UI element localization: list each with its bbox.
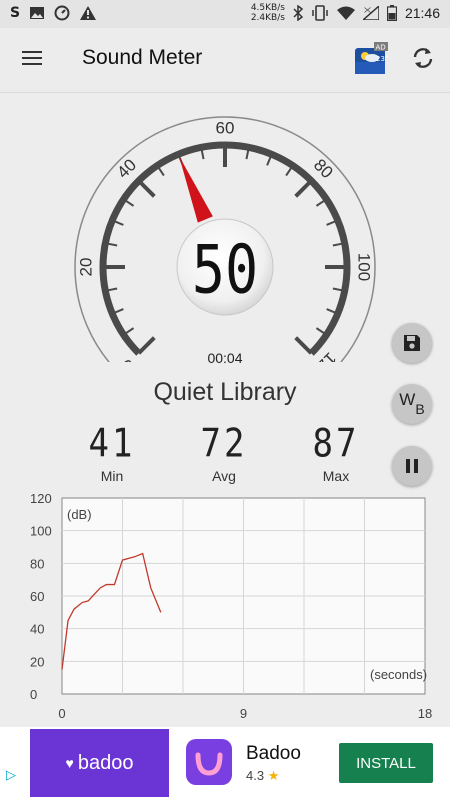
weather-ad-icon[interactable]: 23° AD <box>354 42 388 76</box>
install-button[interactable]: INSTALL <box>339 743 433 783</box>
chart-y-unit: (dB) <box>67 507 92 522</box>
wb-label: W <box>399 390 416 409</box>
noise-description: Quiet Library <box>153 378 297 406</box>
db-history-chart: 0 20 40 60 80 100 120 0 9 18 (dB) (seconds) <box>30 491 432 721</box>
chart-x-unit: (seconds) <box>370 667 427 682</box>
warning-icon <box>80 6 97 20</box>
chart-x-ticks: 0 9 18 <box>58 706 432 721</box>
sound-gauge: 020406080100120 50 <box>74 116 376 362</box>
status-bar: S 4.5KB/s 2.4KB/s 21:46 <box>0 0 450 28</box>
refresh-icon[interactable] <box>410 45 436 71</box>
ad-badge: AD <box>376 44 386 52</box>
stat-max-label: Max <box>322 468 350 484</box>
chart-x-tick-label: 0 <box>58 706 65 721</box>
chart-y-ticks: 0 20 40 60 80 100 120 <box>30 491 52 702</box>
menu-icon[interactable] <box>22 48 42 66</box>
stat-max: 87 Max <box>296 421 376 484</box>
network-speed: 4.5KB/s 2.4KB/s <box>251 3 285 23</box>
gauge-scale-label: 100 <box>355 253 374 281</box>
gauge-scale-label: 20 <box>76 258 95 277</box>
net-up: 4.5KB/s <box>250 3 285 13</box>
chart-y-tick-label: 100 <box>30 524 52 539</box>
pause-button[interactable] <box>392 446 432 486</box>
chart-y-tick-label: 0 <box>30 687 37 702</box>
ad-banner-image[interactable]: ♥ badoo <box>30 729 169 797</box>
gauge-tick <box>137 179 156 198</box>
elapsed-time: 00:04 <box>207 350 243 366</box>
gauge-scale-label: 40 <box>113 155 140 182</box>
gauge-tick <box>294 179 313 198</box>
weather-temp: 23° <box>376 55 388 63</box>
signal-icon <box>362 6 379 20</box>
stat-min: 41 Min <box>72 421 152 484</box>
battery-icon <box>386 5 397 21</box>
stat-avg-label: Avg <box>212 468 236 484</box>
gauge-scale-label: 80 <box>310 155 337 182</box>
wifi-icon <box>336 6 355 20</box>
badoo-app-icon[interactable] <box>186 739 232 785</box>
save-button[interactable] <box>392 323 432 363</box>
clock: 21:46 <box>404 5 440 21</box>
stat-avg: 72 Avg <box>184 421 264 484</box>
net-down: 2.4KB/s <box>250 13 285 23</box>
save-icon <box>404 335 420 351</box>
stat-min-value: 41 <box>88 421 136 467</box>
star-icon: ★ <box>267 768 280 783</box>
ad-app-name: Badoo <box>246 743 301 764</box>
chart-y-tick-label: 80 <box>30 556 44 571</box>
ad-rating: 4.3 ★ <box>246 768 279 784</box>
pause-icon <box>406 459 418 473</box>
ad-rating-value: 4.3 <box>246 768 265 783</box>
bluetooth-icon <box>293 5 303 21</box>
s-app-icon: S <box>10 5 21 21</box>
image-icon <box>30 7 45 19</box>
chart-grid <box>61 497 426 695</box>
chart-y-tick-label: 60 <box>30 589 44 604</box>
gauge-scale-label: 60 <box>216 118 235 137</box>
chart-y-tick-label: 120 <box>30 491 52 506</box>
chart-y-tick-label: 40 <box>30 622 44 637</box>
heart-icon: ♥ <box>65 755 74 771</box>
wb-sub-label: B <box>415 401 425 417</box>
stat-avg-value: 72 <box>200 421 248 467</box>
vibrate-icon <box>312 5 328 21</box>
gauge-needle <box>179 156 213 223</box>
gauge-reading: 50 <box>192 231 258 308</box>
adchoices-icon[interactable]: ▷ <box>6 767 16 783</box>
stat-min-label: Min <box>100 468 124 484</box>
app-toolbar: Sound Meter 23° AD <box>0 28 450 93</box>
app-title: Sound Meter <box>82 46 203 69</box>
chart-x-tick-label: 18 <box>418 706 432 721</box>
chart-y-tick-label: 20 <box>30 654 44 669</box>
speedometer-icon <box>54 5 70 21</box>
stat-max-value: 87 <box>312 421 360 467</box>
chart-x-tick-label: 9 <box>240 706 247 721</box>
ad-banner-brand: badoo <box>77 751 134 774</box>
white-balance-button[interactable]: WB <box>392 384 432 424</box>
ad-banner[interactable]: ▷ ♥ badoo Badoo 4.3 ★ INSTALL <box>0 727 450 800</box>
